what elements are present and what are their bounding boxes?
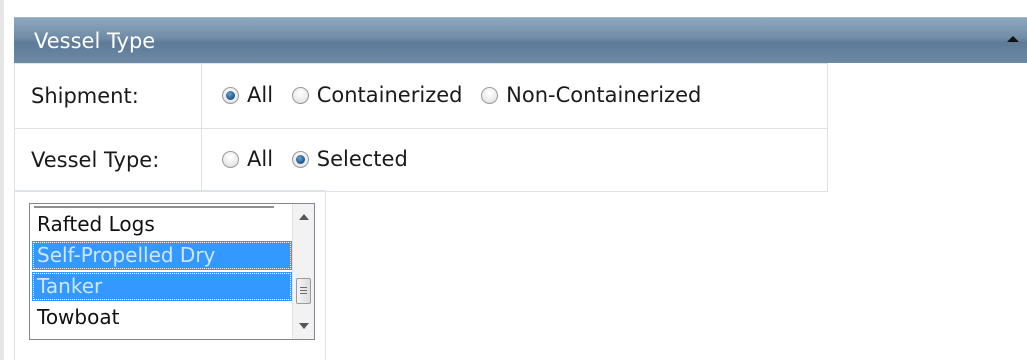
filter-table: Shipment: All Containerized Non-Containe… <box>14 63 828 192</box>
list-item[interactable]: Tanker <box>32 272 292 301</box>
collapse-icon[interactable] <box>1007 36 1019 42</box>
listbox-scrollbar[interactable] <box>292 204 314 339</box>
radio-button-icon[interactable] <box>222 86 239 104</box>
shipment-row: Shipment: All Containerized Non-Containe… <box>14 63 828 129</box>
grip-line <box>300 293 307 294</box>
radio-button-icon[interactable] <box>291 86 309 104</box>
scroll-up-arrow-icon[interactable] <box>299 214 309 220</box>
grip-line <box>300 290 307 291</box>
listbox-items: Rafted Logs Self-Propelled Dry Tanker To… <box>30 204 292 339</box>
shipment-options: All Containerized Non-Containerized <box>201 63 828 129</box>
vessel-type-option-all[interactable]: All <box>222 147 273 171</box>
radio-button-icon[interactable] <box>291 150 309 168</box>
scrollbar-thumb[interactable] <box>296 278 311 304</box>
partial-list-item <box>34 204 274 208</box>
vessel-type-label: Vessel Type: <box>14 128 202 192</box>
vessel-type-option-selected[interactable]: Selected <box>291 147 408 172</box>
option-label: Containerized <box>316 83 463 108</box>
option-label: Non-Containerized <box>506 83 702 108</box>
list-item[interactable]: Self-Propelled Dry <box>32 241 292 270</box>
shipment-option-all[interactable]: All <box>222 83 273 107</box>
radio-button-icon[interactable] <box>222 150 239 168</box>
option-label: Selected <box>316 147 408 172</box>
shipment-option-containerized[interactable]: Containerized <box>291 83 463 108</box>
vessel-type-listbox[interactable]: Rafted Logs Self-Propelled Dry Tanker To… <box>29 203 315 340</box>
list-item[interactable]: Towboat <box>32 303 292 332</box>
vessel-type-options: All Selected <box>201 128 828 192</box>
vessel-type-panel-header[interactable]: Vessel Type <box>14 17 1027 63</box>
vessel-type-row: Vessel Type: All Selected <box>14 128 828 192</box>
shipment-label: Shipment: <box>14 63 202 129</box>
option-label: All <box>247 147 274 172</box>
left-border <box>0 0 4 360</box>
shipment-option-non-containerized[interactable]: Non-Containerized <box>481 83 701 107</box>
scroll-down-arrow-icon[interactable] <box>299 323 309 329</box>
panel-title: Vessel Type <box>34 29 156 53</box>
list-item[interactable]: Rafted Logs <box>32 210 292 239</box>
radio-button-icon[interactable] <box>481 86 499 104</box>
option-label: All <box>247 83 274 108</box>
grip-line <box>300 287 307 288</box>
vessel-list-panel: Rafted Logs Self-Propelled Dry Tanker To… <box>14 190 326 360</box>
